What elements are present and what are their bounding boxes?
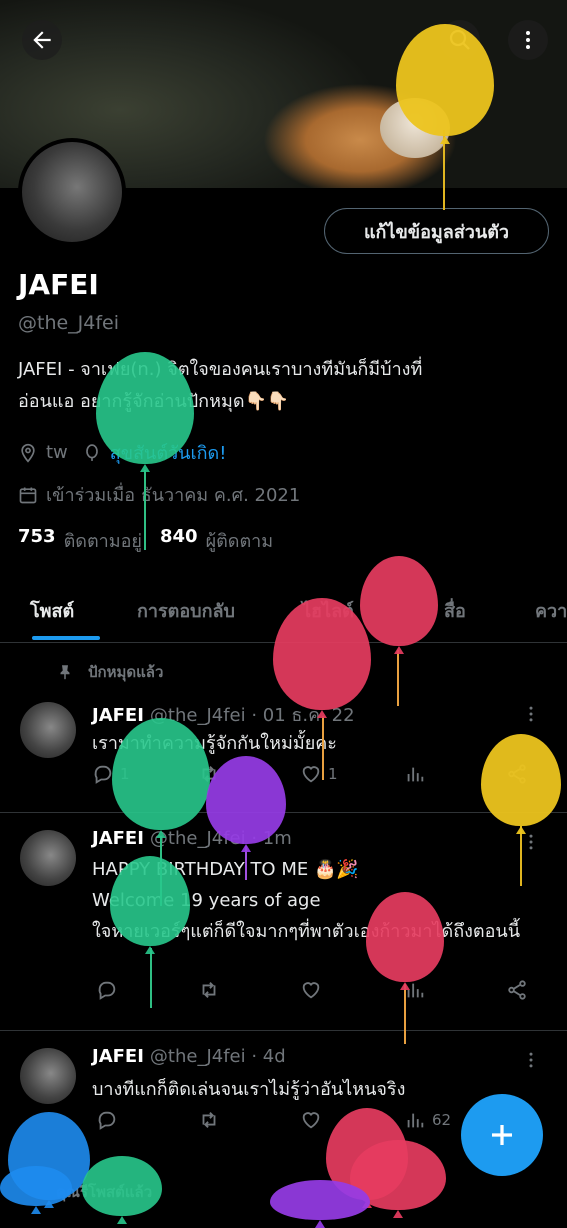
calendar-icon	[19, 487, 37, 503]
tab-posts[interactable]: โพสต์	[30, 596, 74, 625]
purple-balloon	[206, 756, 286, 844]
reply-icon	[98, 981, 116, 1000]
tweet-author: JAFEI	[92, 1046, 144, 1067]
follow-stats: 753 ติดตามอยู่ 840 ผู้ติดตาม	[18, 526, 291, 555]
balloon-string	[144, 470, 146, 550]
tweet-meta: @the_J4fei · 4d	[149, 1046, 286, 1067]
tab-replies[interactable]: การตอบกลับ	[137, 596, 235, 625]
purple-balloon	[270, 1180, 370, 1220]
more-button[interactable]	[508, 20, 548, 60]
balloon-icon	[85, 443, 98, 461]
views-button[interactable]: 62	[404, 1109, 451, 1131]
followers-label: ผู้ติดตาม	[205, 531, 274, 552]
active-tab-indicator	[32, 636, 100, 640]
back-button[interactable]	[22, 20, 62, 60]
like-button[interactable]: 1	[300, 763, 338, 785]
arrow-left-icon	[33, 31, 51, 49]
blue-balloon	[0, 1166, 72, 1206]
yellow-balloon	[481, 734, 561, 826]
heart-icon	[302, 982, 320, 999]
views-icon	[407, 1113, 424, 1128]
location-pin-icon	[21, 443, 35, 463]
profile-name: JAFEI	[18, 268, 99, 301]
followers-count: 840	[159, 526, 198, 547]
following-label: ติดตามอยู่	[63, 531, 142, 552]
green-balloon	[96, 352, 194, 464]
reply-button[interactable]	[96, 1109, 118, 1131]
joined-item: เข้าร่วมเมื่อ ธันวาคม ค.ศ. 2021	[18, 480, 300, 509]
pin-icon	[60, 665, 70, 680]
views-button[interactable]	[404, 763, 426, 785]
share-button[interactable]	[506, 979, 528, 1001]
repost-button[interactable]	[198, 979, 220, 1001]
views-icon	[407, 767, 424, 782]
views-count: 62	[432, 1111, 452, 1129]
tweet-author: JAFEI	[92, 705, 144, 726]
heart-icon	[302, 766, 320, 783]
reply-button[interactable]	[96, 979, 118, 1001]
green-balloon	[112, 718, 210, 830]
red-balloon	[273, 598, 371, 710]
pinned-indicator: ปักหมุดแล้ว	[56, 660, 163, 684]
reply-icon	[94, 765, 112, 784]
tweet-avatar[interactable]	[20, 702, 76, 758]
tweet-header: JAFEI @the_J4fei · 4d	[92, 1046, 286, 1067]
repost-button[interactable]	[198, 1109, 220, 1131]
edit-profile-button[interactable]: แก้ไขข้อมูลส่วนตัว	[324, 208, 549, 254]
profile-avatar[interactable]	[18, 138, 126, 246]
like-button[interactable]	[300, 1109, 322, 1131]
heart-icon	[302, 1112, 320, 1129]
tweet-divider	[0, 1030, 567, 1031]
followers-link[interactable]: 840 ผู้ติดตาม	[160, 526, 273, 555]
tab-media[interactable]: สื่อ	[444, 596, 466, 625]
green-balloon	[110, 856, 190, 946]
balloon-string	[322, 716, 324, 780]
bio-line: JAFEI - จาเฟย(n.) จิตใจของคนเราบางทีมันก…	[18, 359, 423, 380]
following-link[interactable]: 753 ติดตามอยู่	[18, 526, 142, 555]
yellow-balloon	[396, 24, 494, 136]
pinned-label: ปักหมุดแล้ว	[88, 663, 164, 681]
repost-icon	[202, 1112, 216, 1128]
balloon-string	[397, 650, 399, 706]
balloon-string	[150, 948, 152, 1008]
like-button[interactable]	[300, 979, 322, 1001]
like-count: 1	[328, 765, 338, 783]
views-icon	[407, 983, 424, 998]
red-balloon	[360, 556, 438, 646]
reply-icon	[98, 1111, 116, 1130]
more-vertical-icon	[526, 31, 530, 49]
views-button[interactable]	[404, 979, 426, 1001]
red-balloon	[366, 892, 444, 982]
share-icon	[508, 980, 526, 1000]
tweet-avatar[interactable]	[20, 1048, 76, 1104]
balloon-string	[520, 826, 522, 886]
tweet-author: JAFEI	[92, 828, 144, 849]
tweet-more-icon[interactable]	[521, 1050, 541, 1070]
plus-icon	[492, 1125, 512, 1145]
tweet-more-icon[interactable]	[521, 832, 541, 852]
repost-icon	[202, 982, 216, 998]
tab-likes[interactable]: ควา	[535, 596, 567, 625]
location-item: tw	[18, 442, 68, 463]
joined-row: เข้าร่วมเมื่อ ธันวาคม ค.ศ. 2021	[18, 480, 314, 509]
tweet-more-icon[interactable]	[521, 704, 541, 724]
balloon-string	[404, 984, 406, 1044]
following-count: 753	[18, 526, 56, 547]
joined-text: เข้าร่วมเมื่อ ธันวาคม ค.ศ. 2021	[46, 485, 301, 506]
profile-handle: @the_J4fei	[18, 312, 120, 334]
compose-button[interactable]	[461, 1094, 543, 1176]
green-balloon	[82, 1156, 162, 1216]
tweet-avatar[interactable]	[20, 830, 76, 886]
location-text: tw	[46, 442, 68, 463]
